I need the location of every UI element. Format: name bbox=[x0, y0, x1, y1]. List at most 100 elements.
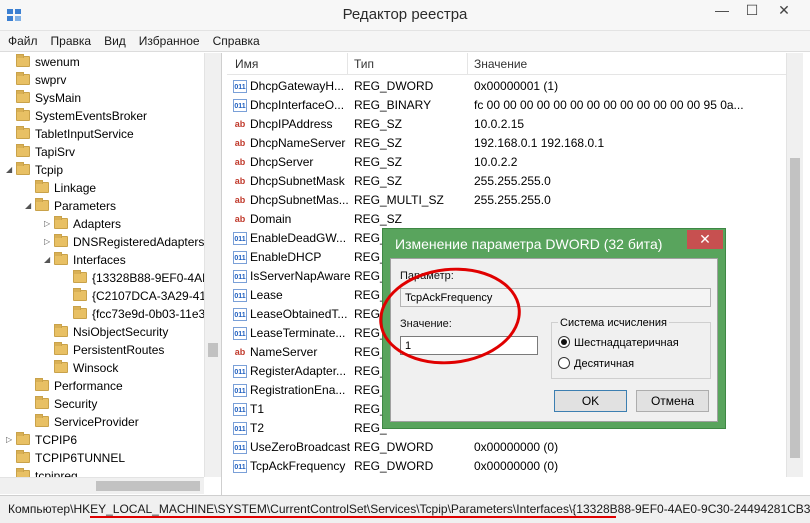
expander-icon[interactable]: ▷ bbox=[44, 215, 54, 233]
expander-icon[interactable]: ◢ bbox=[6, 161, 16, 179]
binary-value-icon: 011 bbox=[233, 232, 247, 245]
expander-icon[interactable]: ▷ bbox=[44, 233, 54, 251]
close-button[interactable]: ✕ bbox=[770, 0, 798, 22]
radio-unselected-icon bbox=[558, 357, 570, 369]
tree-item-label: DNSRegisteredAdapters bbox=[73, 235, 205, 249]
registry-tree: swenum swprv SysMain SystemEventsBroker Tabl… bbox=[0, 53, 222, 495]
value-type: REG_DWORD bbox=[354, 79, 434, 93]
value-row[interactable]: 011 TcpAckFrequency REG_DWORD 0x00000000 (0… bbox=[227, 457, 794, 476]
value-row[interactable]: 011 DhcpGatewayH... REG_DWORD 0x00000001 (1… bbox=[227, 77, 794, 96]
tree-item[interactable]: ◢ Interfaces bbox=[44, 251, 126, 269]
folder-icon bbox=[16, 162, 30, 175]
status-path: Компьютер\HKEY_LOCAL_MACHINE\SYSTEM\Curr… bbox=[8, 502, 810, 516]
maximize-button[interactable]: ☐ bbox=[738, 0, 766, 22]
string-value-icon: ab bbox=[234, 138, 246, 148]
tree-item[interactable]: ▷ DNSRegisteredAdapters bbox=[44, 233, 204, 251]
tree-item[interactable]: ▷ Adapters bbox=[44, 215, 121, 233]
window-title: Редактор реестра bbox=[342, 6, 468, 23]
folder-icon bbox=[16, 144, 30, 157]
column-divider[interactable] bbox=[467, 53, 468, 75]
value-row[interactable]: ab Domain REG_SZ bbox=[227, 210, 794, 229]
binary-value-icon: 011 bbox=[233, 99, 247, 112]
folder-icon bbox=[54, 234, 68, 247]
column-header-name[interactable]: Имя bbox=[235, 57, 258, 71]
binary-value-icon: 011 bbox=[233, 365, 247, 378]
tree-vertical-scrollbar[interactable] bbox=[204, 53, 221, 477]
column-divider[interactable] bbox=[347, 53, 348, 75]
menu-file[interactable]: Файл bbox=[0, 31, 43, 48]
tree-item[interactable]: TabletInputService bbox=[6, 125, 134, 143]
tree-item[interactable]: NsiObjectSecurity bbox=[44, 323, 168, 341]
tree-item[interactable]: PersistentRoutes bbox=[44, 341, 164, 359]
tree-item[interactable]: swenum bbox=[6, 53, 80, 71]
string-value-icon: ab bbox=[234, 347, 246, 357]
tree-item[interactable]: TCPIP6TUNNEL bbox=[6, 449, 125, 467]
tree-item[interactable]: ◢ Parameters bbox=[25, 197, 116, 215]
tree-vscroll-thumb[interactable] bbox=[208, 343, 218, 357]
tree-item-label: SysMain bbox=[35, 91, 82, 105]
binary-value-icon: 011 bbox=[233, 270, 247, 283]
tree-hscroll-thumb[interactable] bbox=[96, 481, 200, 491]
binary-value-icon: 011 bbox=[233, 403, 247, 416]
value-row[interactable]: ab DhcpServer REG_SZ 10.0.2.2 bbox=[227, 153, 794, 172]
tree-item[interactable]: {fcc73e9d-0b03-11e3-9 bbox=[63, 305, 216, 323]
tree-item-label: {C2107DCA-3A29-418B bbox=[92, 289, 221, 303]
tree-item-label: Adapters bbox=[73, 217, 122, 231]
minimize-button[interactable]: — bbox=[708, 0, 736, 22]
value-row[interactable]: 011 DhcpInterfaceO... REG_BINARY fc 00 00 0… bbox=[227, 96, 794, 115]
tree-item-label: Performance bbox=[54, 379, 123, 393]
tree-item[interactable]: SystemEventsBroker bbox=[6, 107, 147, 125]
value-row[interactable]: ab DhcpSubnetMask REG_SZ 255.255.255.0 bbox=[227, 172, 794, 191]
ok-button[interactable]: OK bbox=[554, 390, 627, 412]
tree-horizontal-scrollbar[interactable] bbox=[0, 477, 204, 494]
value-row[interactable]: ab DhcpSubnetMas... REG_MULTI_SZ 255.255.25… bbox=[227, 191, 794, 210]
status-bar: Компьютер\HKEY_LOCAL_MACHINE\SYSTEM\Curr… bbox=[0, 495, 810, 523]
value-row[interactable]: ab DhcpNameServer REG_SZ 192.168.0.1 192.16… bbox=[227, 134, 794, 153]
dialog-close-button[interactable]: ✕ bbox=[687, 230, 723, 249]
param-label: Параметр: bbox=[400, 270, 454, 282]
expander-icon[interactable]: ◢ bbox=[25, 197, 35, 215]
folder-icon bbox=[35, 378, 49, 391]
tree-item[interactable]: TapiSrv bbox=[6, 143, 75, 161]
string-value-icon: ab bbox=[234, 176, 246, 186]
tree-item[interactable]: swprv bbox=[6, 71, 66, 89]
tree-item[interactable]: Linkage bbox=[25, 179, 96, 197]
menu-favorites[interactable]: Избранное bbox=[131, 31, 205, 48]
binary-value-icon: 011 bbox=[233, 289, 247, 302]
expander-icon[interactable]: ◢ bbox=[44, 251, 54, 269]
tree-item-label: swenum bbox=[35, 55, 80, 69]
column-header-type[interactable]: Тип bbox=[354, 57, 374, 71]
tree-item[interactable]: SysMain bbox=[6, 89, 81, 107]
tree-item-label: Linkage bbox=[54, 181, 97, 195]
expander-icon[interactable]: ▷ bbox=[6, 431, 16, 449]
radio-hexadecimal[interactable]: Шестнадцатеричная bbox=[558, 336, 679, 349]
list-vertical-scrollbar[interactable] bbox=[786, 53, 803, 477]
folder-icon bbox=[35, 396, 49, 409]
menu-help[interactable]: Справка bbox=[205, 31, 265, 48]
value-type: REG_MULTI_SZ bbox=[354, 193, 444, 207]
folder-icon bbox=[16, 72, 30, 85]
tree-item[interactable]: {13328B88-9EF0-4AE0-9 bbox=[63, 269, 221, 287]
tree-item[interactable]: Performance bbox=[25, 377, 123, 395]
value-row[interactable]: 011 UseZeroBroadcast REG_DWORD 0x00000000 (… bbox=[227, 438, 794, 457]
tree-item[interactable]: {C2107DCA-3A29-418B bbox=[63, 287, 221, 305]
base-group-title: Система исчисления bbox=[558, 317, 669, 329]
tree-item[interactable]: ▷ TCPIP6 bbox=[6, 431, 77, 449]
menu-edit[interactable]: Правка bbox=[43, 31, 97, 48]
radio-decimal[interactable]: Десятичная bbox=[558, 357, 634, 370]
list-vscroll-thumb[interactable] bbox=[790, 158, 800, 458]
tree-item-label: Security bbox=[54, 397, 98, 411]
column-header-value[interactable]: Значение bbox=[474, 57, 527, 71]
menu-view[interactable]: Вид bbox=[96, 31, 131, 48]
value-input[interactable]: 1 bbox=[400, 336, 538, 355]
tree-item[interactable]: Winsock bbox=[44, 359, 118, 377]
value-row[interactable]: ab DhcpIPAddress REG_SZ 10.0.2.15 bbox=[227, 115, 794, 134]
tree-item[interactable]: Security bbox=[25, 395, 97, 413]
base-groupbox bbox=[551, 322, 711, 379]
folder-icon bbox=[54, 360, 68, 373]
binary-value-icon: 011 bbox=[233, 460, 247, 473]
tree-item[interactable]: ServiceProvider bbox=[25, 413, 139, 431]
value-data: 255.255.255.0 bbox=[474, 193, 551, 207]
tree-item[interactable]: ◢ Tcpip bbox=[6, 161, 63, 179]
cancel-button[interactable]: Отмена bbox=[636, 390, 709, 412]
